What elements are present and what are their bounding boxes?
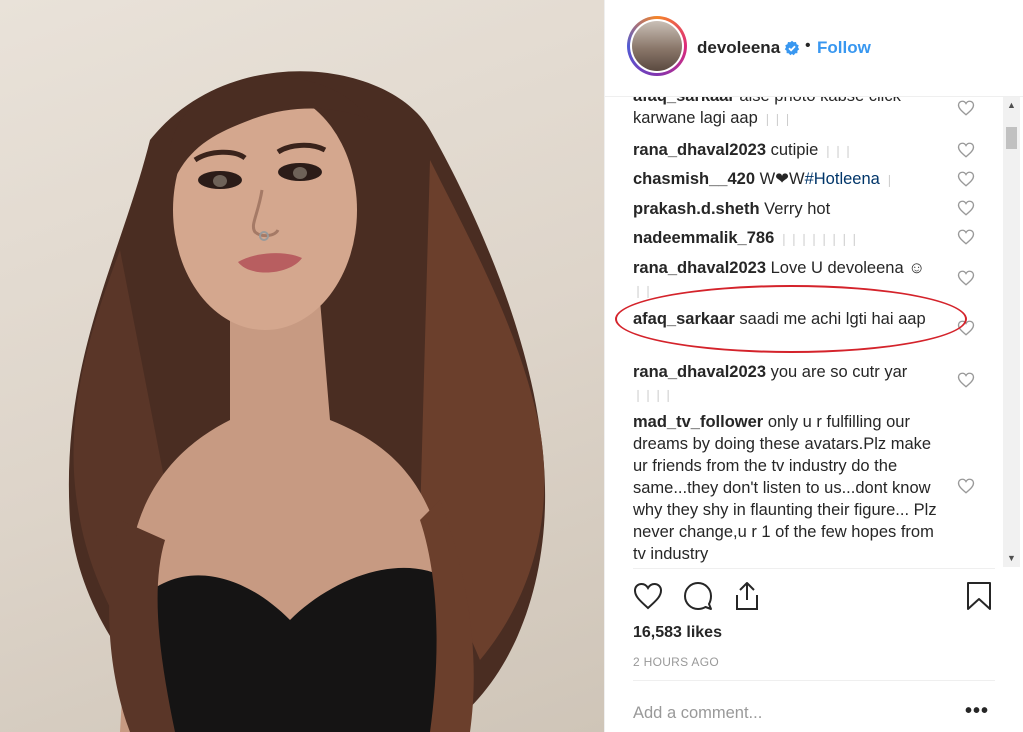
comment-text: only u r fulfilling our dreams by doing … bbox=[633, 413, 937, 563]
comment-username[interactable]: rana_dhaval2023 bbox=[633, 363, 766, 381]
more-options-button[interactable]: ••• bbox=[965, 700, 989, 723]
comment-text: W❤W bbox=[759, 170, 805, 188]
comment-username[interactable]: rana_dhaval2023 bbox=[633, 259, 766, 277]
comment-glyphs: ❘❘❘ bbox=[822, 144, 854, 158]
heart-outline-icon[interactable] bbox=[957, 269, 975, 287]
heart-outline-icon[interactable] bbox=[957, 170, 975, 188]
heart-outline-icon[interactable] bbox=[957, 99, 975, 117]
comment-item: prakash.d.sheth Verry hot bbox=[633, 198, 943, 220]
add-comment-input[interactable] bbox=[633, 700, 933, 726]
comment-username[interactable]: chasmish__420 bbox=[633, 170, 755, 188]
comment-glyphs: ❘❘❘❘❘❘❘❘ bbox=[778, 232, 860, 246]
heart-outline-icon[interactable] bbox=[957, 199, 975, 217]
hashtag-link[interactable]: #Hotleena bbox=[805, 170, 880, 188]
heart-icon[interactable] bbox=[632, 580, 664, 612]
post-timestamp[interactable]: 2 HOURS AGO bbox=[633, 655, 719, 669]
share-icon[interactable] bbox=[731, 580, 763, 612]
verified-badge-icon bbox=[784, 40, 800, 56]
comment-item: rana_dhaval2023 you are so cutr yar ❘❘❘❘ bbox=[633, 361, 943, 406]
likes-count[interactable]: 16,583 likes bbox=[633, 624, 722, 642]
comment-username[interactable]: nadeemmalik_786 bbox=[633, 229, 774, 247]
comment-glyphs: ❘❘ bbox=[633, 284, 654, 298]
post-header: devoleena • Follow bbox=[605, 0, 1023, 96]
comment-box-divider bbox=[633, 680, 995, 681]
avatar[interactable] bbox=[627, 16, 687, 76]
comment-text: Love U devoleena ☺ bbox=[770, 259, 926, 277]
comment-glyphs: ❘❘❘❘ bbox=[633, 388, 674, 402]
annotation-ellipse bbox=[615, 285, 967, 353]
comment-username[interactable]: afaq_sarkaar bbox=[633, 97, 735, 105]
scroll-thumb[interactable] bbox=[1006, 127, 1017, 149]
follow-button[interactable]: Follow bbox=[817, 38, 871, 58]
comment-text: cutipie bbox=[770, 141, 819, 159]
actions-divider bbox=[633, 568, 995, 569]
comment-username[interactable]: mad_tv_follower bbox=[633, 413, 763, 431]
comment-username[interactable]: rana_dhaval2023 bbox=[633, 141, 766, 159]
post-side-panel: devoleena • Follow afaq_sarkaar aise pho… bbox=[605, 0, 1023, 732]
comment-username[interactable]: prakash.d.sheth bbox=[633, 200, 760, 218]
comment-item: afaq_sarkaar aise photo kabse click karw… bbox=[633, 97, 943, 130]
heart-outline-icon[interactable] bbox=[957, 371, 975, 389]
username-link[interactable]: devoleena bbox=[697, 38, 780, 58]
heart-outline-icon[interactable] bbox=[957, 228, 975, 246]
comment-glyphs: ❘ bbox=[884, 173, 895, 187]
comment-item: rana_dhaval2023 cutipie ❘❘❘ bbox=[633, 139, 943, 162]
comment-item: mad_tv_follower only u r fulfilling our … bbox=[633, 411, 943, 565]
separator-dot: • bbox=[805, 37, 811, 54]
comment-text: you are so cutr yar bbox=[770, 363, 908, 381]
scroll-down-arrow[interactable]: ▼ bbox=[1003, 550, 1020, 567]
comment-glyphs: ❘❘❘ bbox=[762, 112, 793, 126]
comments-scrollbar[interactable]: ▲ ▼ bbox=[1003, 97, 1020, 567]
speech-bubble-icon[interactable] bbox=[682, 580, 714, 612]
comment-text: Verry hot bbox=[764, 200, 831, 218]
scroll-up-arrow[interactable]: ▲ bbox=[1003, 97, 1020, 114]
bookmark-icon[interactable] bbox=[963, 580, 995, 612]
heart-outline-icon[interactable] bbox=[957, 141, 975, 159]
heart-outline-icon[interactable] bbox=[957, 477, 975, 495]
portrait-image bbox=[68, 71, 546, 732]
comment-item: nadeemmalik_786 ❘❘❘❘❘❘❘❘ bbox=[633, 227, 943, 250]
post-photo[interactable] bbox=[0, 0, 604, 732]
comments-list[interactable]: afaq_sarkaar aise photo kabse click karw… bbox=[605, 97, 1023, 567]
comment-item: chasmish__420 W❤W#Hotleena ❘ bbox=[633, 168, 943, 191]
